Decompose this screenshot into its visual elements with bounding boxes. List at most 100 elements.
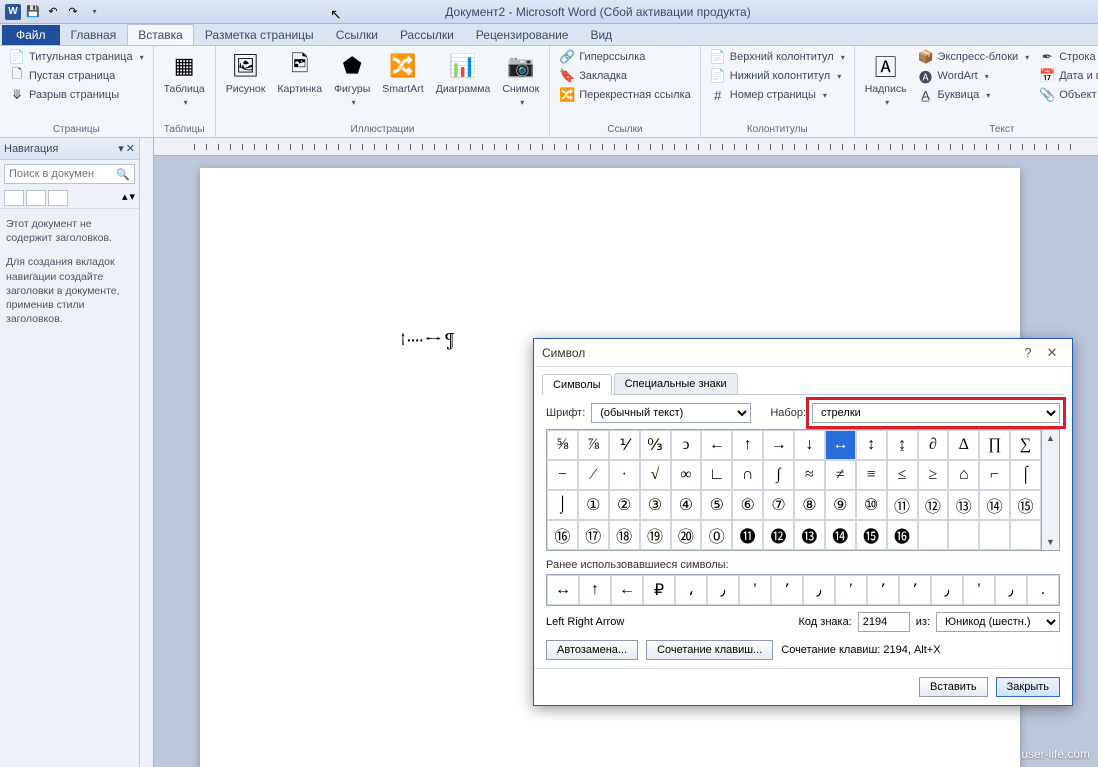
nav-view-headings[interactable] xyxy=(4,190,24,206)
table-button[interactable]: ▦Таблица xyxy=(160,48,209,109)
datetime-button[interactable]: 📅Дата и время xyxy=(1036,67,1098,85)
symbol-cell[interactable]: ⑯ xyxy=(547,520,578,550)
autocorrect-button[interactable]: Автозамена... xyxy=(546,640,638,660)
recent-symbol-cell[interactable]: ↔ xyxy=(547,575,579,605)
symbol-cell[interactable]: ⑲ xyxy=(640,520,671,550)
symbol-cell[interactable]: ∕ xyxy=(578,460,609,490)
symbol-cell[interactable]: √ xyxy=(640,460,671,490)
symbol-cell[interactable]: ⓪ xyxy=(701,520,732,550)
recent-symbol-cell[interactable]: . xyxy=(1027,575,1059,605)
save-icon[interactable]: 💾 xyxy=(24,3,42,21)
recent-symbol-cell[interactable]: ، xyxy=(675,575,707,605)
symbol-cell[interactable] xyxy=(918,520,949,550)
tab-layout[interactable]: Разметка страницы xyxy=(194,24,325,45)
symbol-cell[interactable]: ③ xyxy=(640,490,671,520)
clipart-button[interactable]: 🖻Картинка xyxy=(273,48,326,98)
nav-search-input[interactable] xyxy=(5,168,112,180)
symbol-cell[interactable]: ↑ xyxy=(732,430,763,460)
symbol-cell[interactable]: ∏ xyxy=(979,430,1010,460)
nav-prev-icon[interactable]: ▴ xyxy=(122,190,128,206)
symbol-cell[interactable]: ∞ xyxy=(671,460,702,490)
symbol-cell[interactable]: ⑧ xyxy=(794,490,825,520)
dropcap-button[interactable]: A̲Буквица xyxy=(915,86,1033,104)
symbol-cell[interactable]: ⑱ xyxy=(609,520,640,550)
recent-symbol-cell[interactable]: ٫ xyxy=(931,575,963,605)
recent-symbol-cell[interactable]: ₽ xyxy=(643,575,675,605)
redo-icon[interactable]: ↷ xyxy=(64,3,82,21)
tab-mailings[interactable]: Рассылки xyxy=(389,24,465,45)
blank-page-button[interactable]: 🗋Пустая страница xyxy=(6,67,147,85)
insert-button[interactable]: Вставить xyxy=(919,677,988,697)
symbol-cell[interactable]: ⑩ xyxy=(856,490,887,520)
recent-symbol-cell[interactable]: ' xyxy=(739,575,771,605)
scroll-down-icon[interactable]: ▼ xyxy=(1042,534,1059,550)
symbol-cell[interactable]: ≤ xyxy=(887,460,918,490)
symbol-cell[interactable]: ① xyxy=(578,490,609,520)
symbol-cell[interactable]: − xyxy=(547,460,578,490)
symbol-cell[interactable]: ↕ xyxy=(856,430,887,460)
textbox-button[interactable]: 🄰Надпись xyxy=(861,48,911,109)
tab-special-chars[interactable]: Специальные знаки xyxy=(614,373,738,394)
nav-next-icon[interactable]: ▾ xyxy=(129,190,135,206)
header-button[interactable]: 📄Верхний колонтитул xyxy=(707,48,848,66)
symbol-cell[interactable]: ∙ xyxy=(609,460,640,490)
nav-search[interactable]: 🔍 xyxy=(4,164,135,184)
tab-symbols[interactable]: Символы xyxy=(542,374,612,395)
symbol-cell[interactable]: ⑰ xyxy=(578,520,609,550)
quickparts-button[interactable]: 📦Экспресс-блоки xyxy=(915,48,1033,66)
symbol-cell[interactable]: ⅟ xyxy=(609,430,640,460)
recent-symbol-cell[interactable]: ٬ xyxy=(899,575,931,605)
symbol-cell[interactable]: ⑪ xyxy=(887,490,918,520)
recent-symbol-cell[interactable]: ↑ xyxy=(579,575,611,605)
smartart-button[interactable]: 🔀SmartArt xyxy=(378,48,427,98)
symbol-cell[interactable]: ④ xyxy=(671,490,702,520)
nav-close-icon[interactable]: ✕ xyxy=(126,142,135,155)
symbol-cell[interactable]: ⑥ xyxy=(732,490,763,520)
scroll-track[interactable] xyxy=(1042,446,1059,534)
nav-view-pages[interactable] xyxy=(26,190,46,206)
symbol-cell[interactable]: ≥ xyxy=(918,460,949,490)
symbol-cell[interactable]: ⓯ xyxy=(856,520,887,550)
symbol-cell[interactable]: ← xyxy=(701,430,732,460)
wordart-button[interactable]: 🅐WordArt xyxy=(915,67,1033,85)
symbol-cell[interactable]: ↓ xyxy=(794,430,825,460)
tab-review[interactable]: Рецензирование xyxy=(465,24,580,45)
file-tab[interactable]: Файл xyxy=(2,25,60,45)
undo-icon[interactable]: ↶ xyxy=(44,3,62,21)
symbol-cell[interactable]: ∂ xyxy=(918,430,949,460)
symbol-cell[interactable]: ≈ xyxy=(794,460,825,490)
vertical-ruler[interactable] xyxy=(140,138,154,767)
tab-references[interactable]: Ссылки xyxy=(325,24,389,45)
symbol-scrollbar[interactable]: ▲ ▼ xyxy=(1042,429,1060,551)
symbol-cell[interactable] xyxy=(979,520,1010,550)
symbol-cell[interactable]: ⓬ xyxy=(763,520,794,550)
font-select[interactable]: (обычный текст) xyxy=(591,403,751,423)
symbol-cell[interactable]: ↔ xyxy=(825,430,856,460)
recent-symbol-cell[interactable]: ' xyxy=(963,575,995,605)
search-icon[interactable]: 🔍 xyxy=(112,168,134,181)
symbol-cell[interactable]: ∫ xyxy=(763,460,794,490)
recent-symbol-cell[interactable]: ٬ xyxy=(771,575,803,605)
cover-page-button[interactable]: 📄Титульная страница xyxy=(6,48,147,66)
symbol-cell[interactable]: → xyxy=(763,430,794,460)
symbol-cell[interactable]: ⅝ xyxy=(547,430,578,460)
symbol-cell[interactable]: ⑨ xyxy=(825,490,856,520)
symbol-cell[interactable]: ⌠ xyxy=(1010,460,1041,490)
symbol-cell[interactable]: ∑ xyxy=(1010,430,1041,460)
symbol-cell[interactable]: ↨ xyxy=(887,430,918,460)
page-break-button[interactable]: ⤋Разрыв страницы xyxy=(6,86,147,104)
footer-button[interactable]: 📄Нижний колонтитул xyxy=(707,67,848,85)
symbol-cell[interactable]: ⑦ xyxy=(763,490,794,520)
code-input[interactable] xyxy=(858,612,910,632)
recent-symbol-cell[interactable]: ٬ xyxy=(867,575,899,605)
symbol-cell[interactable]: ⓰ xyxy=(887,520,918,550)
screenshot-button[interactable]: 📷Снимок xyxy=(498,48,543,109)
symbol-cell[interactable]: ⑬ xyxy=(948,490,979,520)
symbol-cell[interactable]: ∩ xyxy=(732,460,763,490)
symbol-cell[interactable]: ↉ xyxy=(640,430,671,460)
tab-insert[interactable]: Вставка xyxy=(127,24,194,45)
signature-button[interactable]: ✒Строка подпи xyxy=(1036,48,1098,66)
hyperlink-button[interactable]: 🔗Гиперссылка xyxy=(556,48,694,66)
from-select[interactable]: Юникод (шестн.) xyxy=(936,612,1060,632)
tab-view[interactable]: Вид xyxy=(579,24,623,45)
